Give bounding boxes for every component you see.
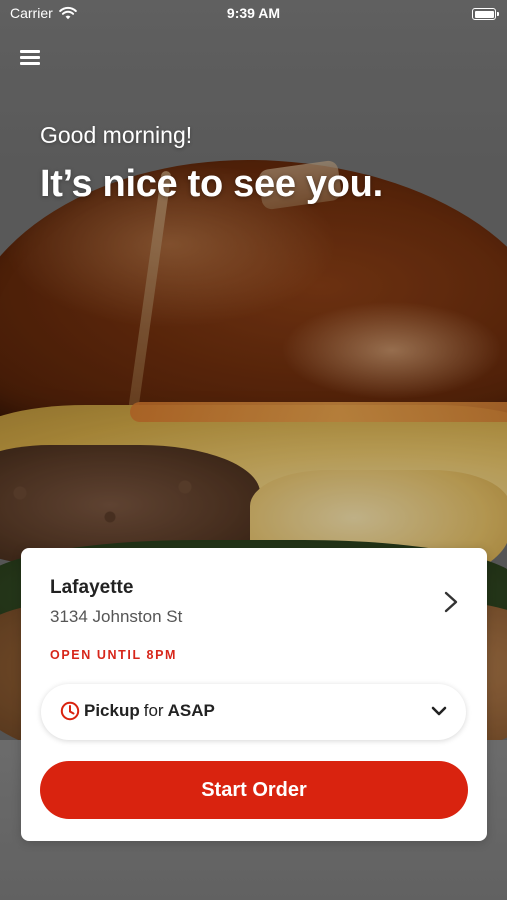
hamburger-menu-icon[interactable] <box>20 48 42 66</box>
order-mode-text: Pickup for ASAP <box>84 701 215 721</box>
store-hours-status: OPEN UNTIL 8PM <box>50 648 178 662</box>
chevron-right-icon[interactable] <box>441 590 461 614</box>
store-address: 3134 Johnston St <box>50 607 183 626</box>
order-time-label: ASAP <box>167 701 215 720</box>
battery-icon <box>472 8 499 20</box>
store-name: Lafayette <box>50 577 134 598</box>
store-selector[interactable]: Lafayette 3134 Johnston St OPEN UNTIL 8P… <box>21 548 487 668</box>
status-bar: Carrier 9:39 AM <box>0 0 507 28</box>
welcome-headline: It’s nice to see you. <box>40 163 383 205</box>
order-mode-label: Pickup <box>84 701 140 720</box>
chevron-down-icon <box>431 706 447 716</box>
status-time: 9:39 AM <box>226 5 281 21</box>
order-mode-selector[interactable]: Pickup for ASAP <box>41 684 466 740</box>
start-order-button[interactable]: Start Order <box>40 761 468 819</box>
store-card: Lafayette 3134 Johnston St OPEN UNTIL 8P… <box>21 548 487 841</box>
clock-icon <box>60 701 80 721</box>
order-mode-connector: for <box>143 701 164 720</box>
greeting-text: Good morning! <box>40 122 193 148</box>
